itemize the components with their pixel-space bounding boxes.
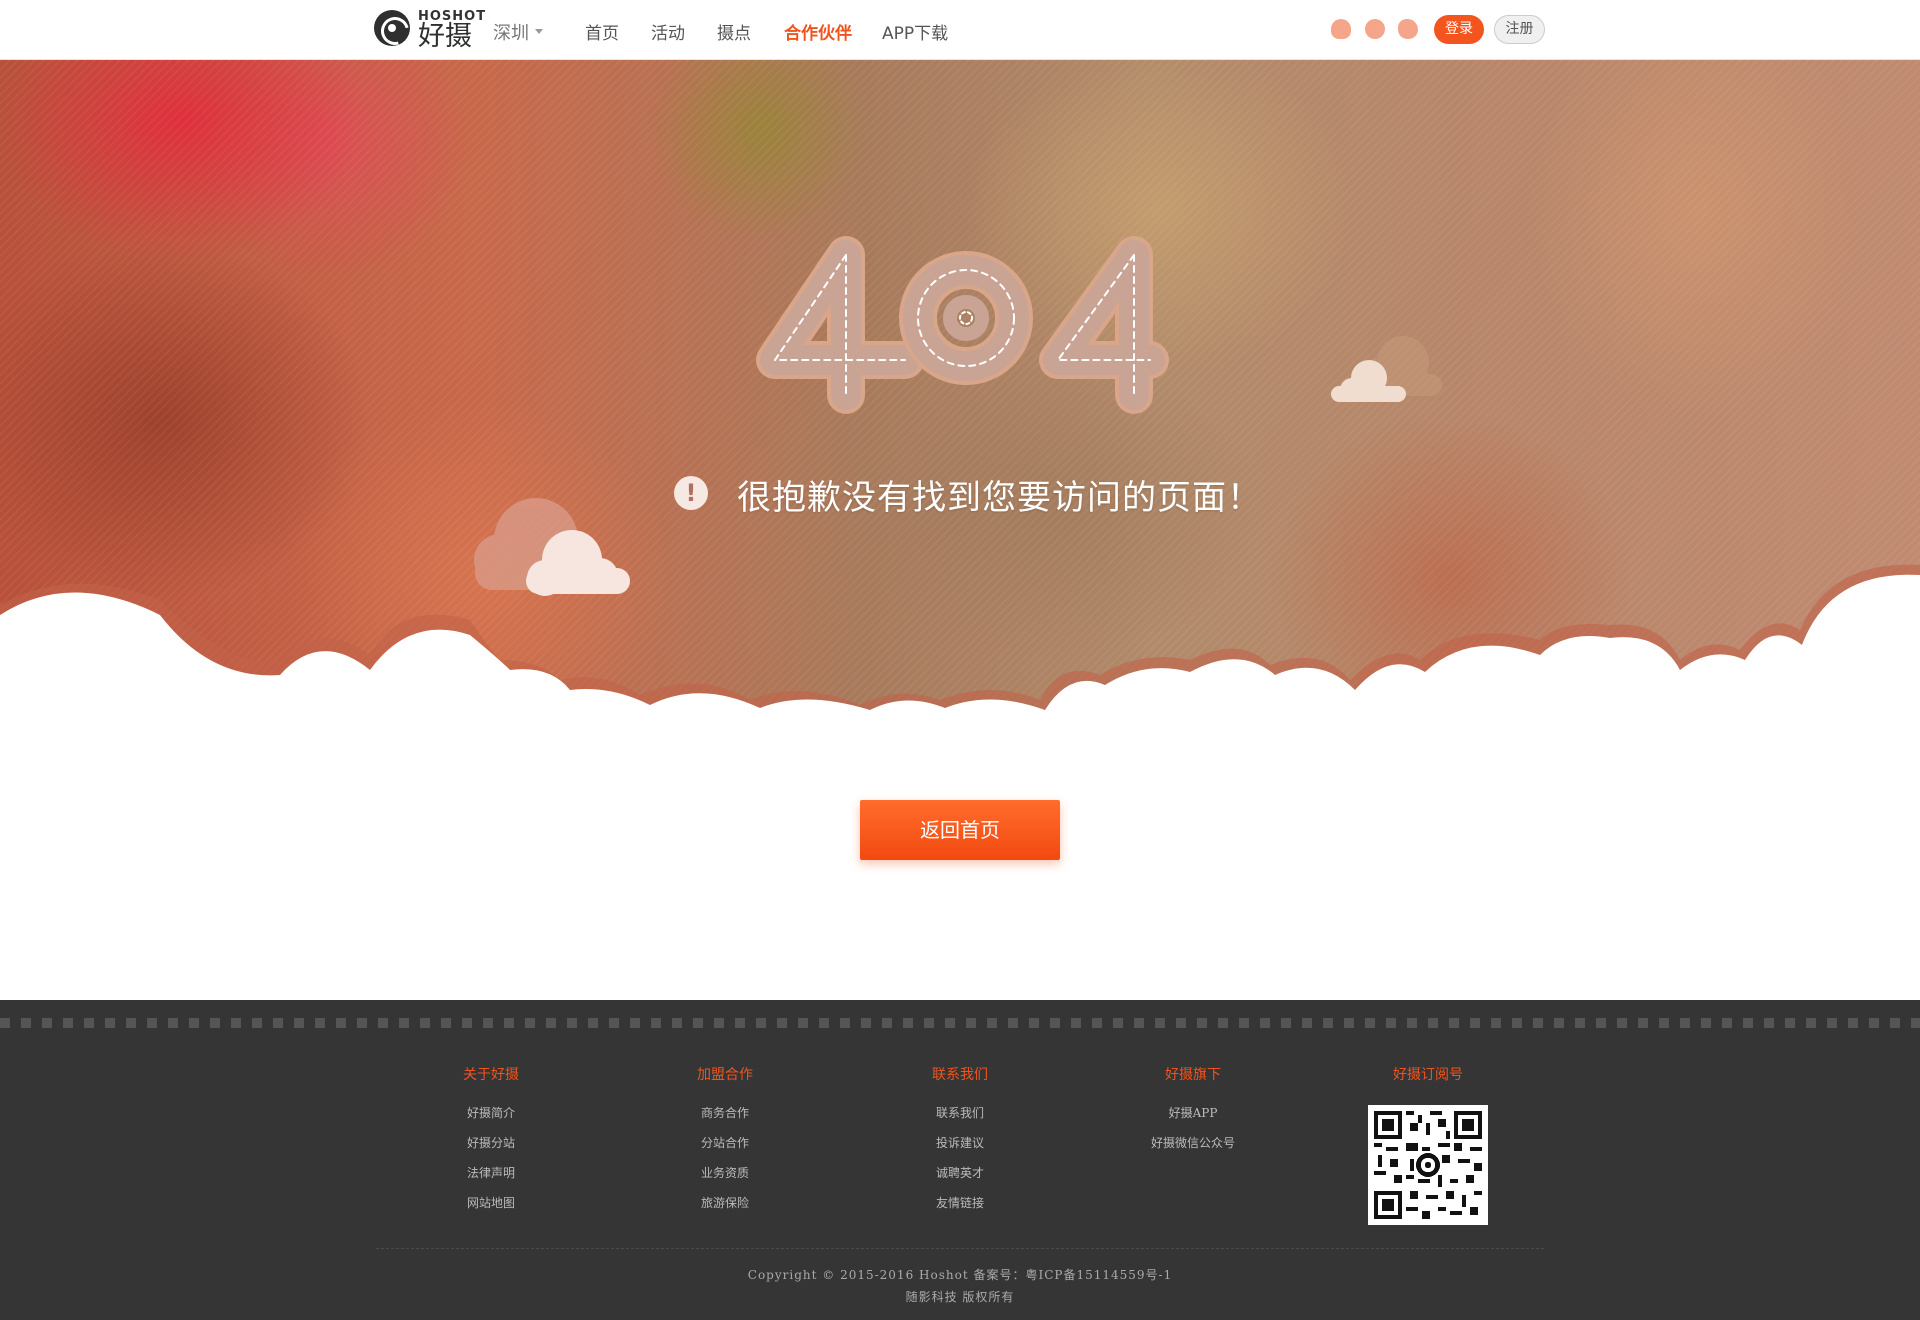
- footer-col-title: 关于好摄: [463, 1067, 519, 1083]
- footer-link[interactable]: 好摄APP: [1133, 1098, 1253, 1128]
- weibo-icon[interactable]: [1398, 19, 1418, 39]
- footer-link[interactable]: 法律声明: [431, 1158, 551, 1188]
- footer-col-contact: 联系我们 联系我们 投诉建议 诚聘英才 友情链接: [900, 1064, 1020, 1218]
- footer-col-title: 好摄订阅号: [1393, 1067, 1463, 1083]
- nav-app-download[interactable]: APP下载: [882, 19, 948, 44]
- copyright-text: Copyright © 2015-2016 Hoshot 备案号：粤ICP备15…: [747, 1268, 1173, 1282]
- footer-link[interactable]: 旅游保险: [665, 1188, 785, 1218]
- footer-col-title: 好摄旗下: [1165, 1067, 1221, 1083]
- logo-chinese: 好摄: [418, 21, 472, 52]
- footer-col-about: 关于好摄 好摄简介 好摄分站 法律声明 网站地图: [431, 1064, 551, 1218]
- site-header: HOSHOT 好摄 深圳 首页 活动 摄点 合作伙伴 APP下载 登录 注册: [0, 0, 1920, 60]
- footer-divider: [0, 1018, 1920, 1028]
- footer-col-title: 联系我们: [932, 1067, 988, 1083]
- nav-partners[interactable]: 合作伙伴: [784, 19, 852, 44]
- footer-link[interactable]: 诚聘英才: [900, 1158, 1020, 1188]
- chevron-down-icon[interactable]: [535, 29, 543, 34]
- city-selector[interactable]: 深圳: [493, 19, 529, 45]
- nav-home[interactable]: 首页: [585, 19, 619, 44]
- footer-link[interactable]: 业务资质: [665, 1158, 785, 1188]
- register-button[interactable]: 注册: [1494, 15, 1545, 44]
- company-text: 随影科技 版权所有: [905, 1290, 1015, 1304]
- footer-link[interactable]: 好摄分站: [431, 1128, 551, 1158]
- aperture-logo-icon: [374, 10, 410, 46]
- footer-dashed-divider: [376, 1248, 1544, 1249]
- footer-col-title: 加盟合作: [697, 1067, 753, 1083]
- footer-link[interactable]: 网站地图: [431, 1188, 551, 1218]
- alert-icon: !: [674, 476, 708, 510]
- nav-events[interactable]: 活动: [651, 19, 685, 44]
- footer-link[interactable]: 联系我们: [900, 1098, 1020, 1128]
- footer-link[interactable]: 投诉建议: [900, 1128, 1020, 1158]
- footer-col-subscribe: 好摄订阅号: [1368, 1064, 1488, 1098]
- footer-link[interactable]: 商务合作: [665, 1098, 785, 1128]
- site-logo[interactable]: HOSHOT 好摄: [374, 8, 485, 52]
- error-message: 很抱歉没有找到您要访问的页面！: [737, 478, 1262, 518]
- login-button[interactable]: 登录: [1434, 15, 1484, 44]
- nav-spots[interactable]: 摄点: [717, 19, 751, 44]
- wechat-icon[interactable]: [1365, 19, 1385, 39]
- footer-link[interactable]: 好摄微信公众号: [1133, 1128, 1253, 1158]
- qr-code-icon: [1368, 1105, 1488, 1225]
- cloud-bank: [0, 564, 1920, 710]
- back-home-button[interactable]: 返回首页: [860, 800, 1060, 860]
- footer-link[interactable]: 友情链接: [900, 1188, 1020, 1218]
- footer-col-partner: 加盟合作 商务合作 分站合作 业务资质 旅游保险: [665, 1064, 785, 1218]
- qq-icon[interactable]: [1331, 19, 1351, 39]
- error-code-graphic: [756, 236, 1169, 414]
- footer-link[interactable]: 好摄简介: [431, 1098, 551, 1128]
- footer-col-brands: 好摄旗下 好摄APP 好摄微信公众号: [1133, 1064, 1253, 1158]
- banner-illustration: [0, 236, 1920, 710]
- footer-link[interactable]: 分站合作: [665, 1128, 785, 1158]
- error-banner: ! 很抱歉没有找到您要访问的页面！: [0, 60, 1920, 710]
